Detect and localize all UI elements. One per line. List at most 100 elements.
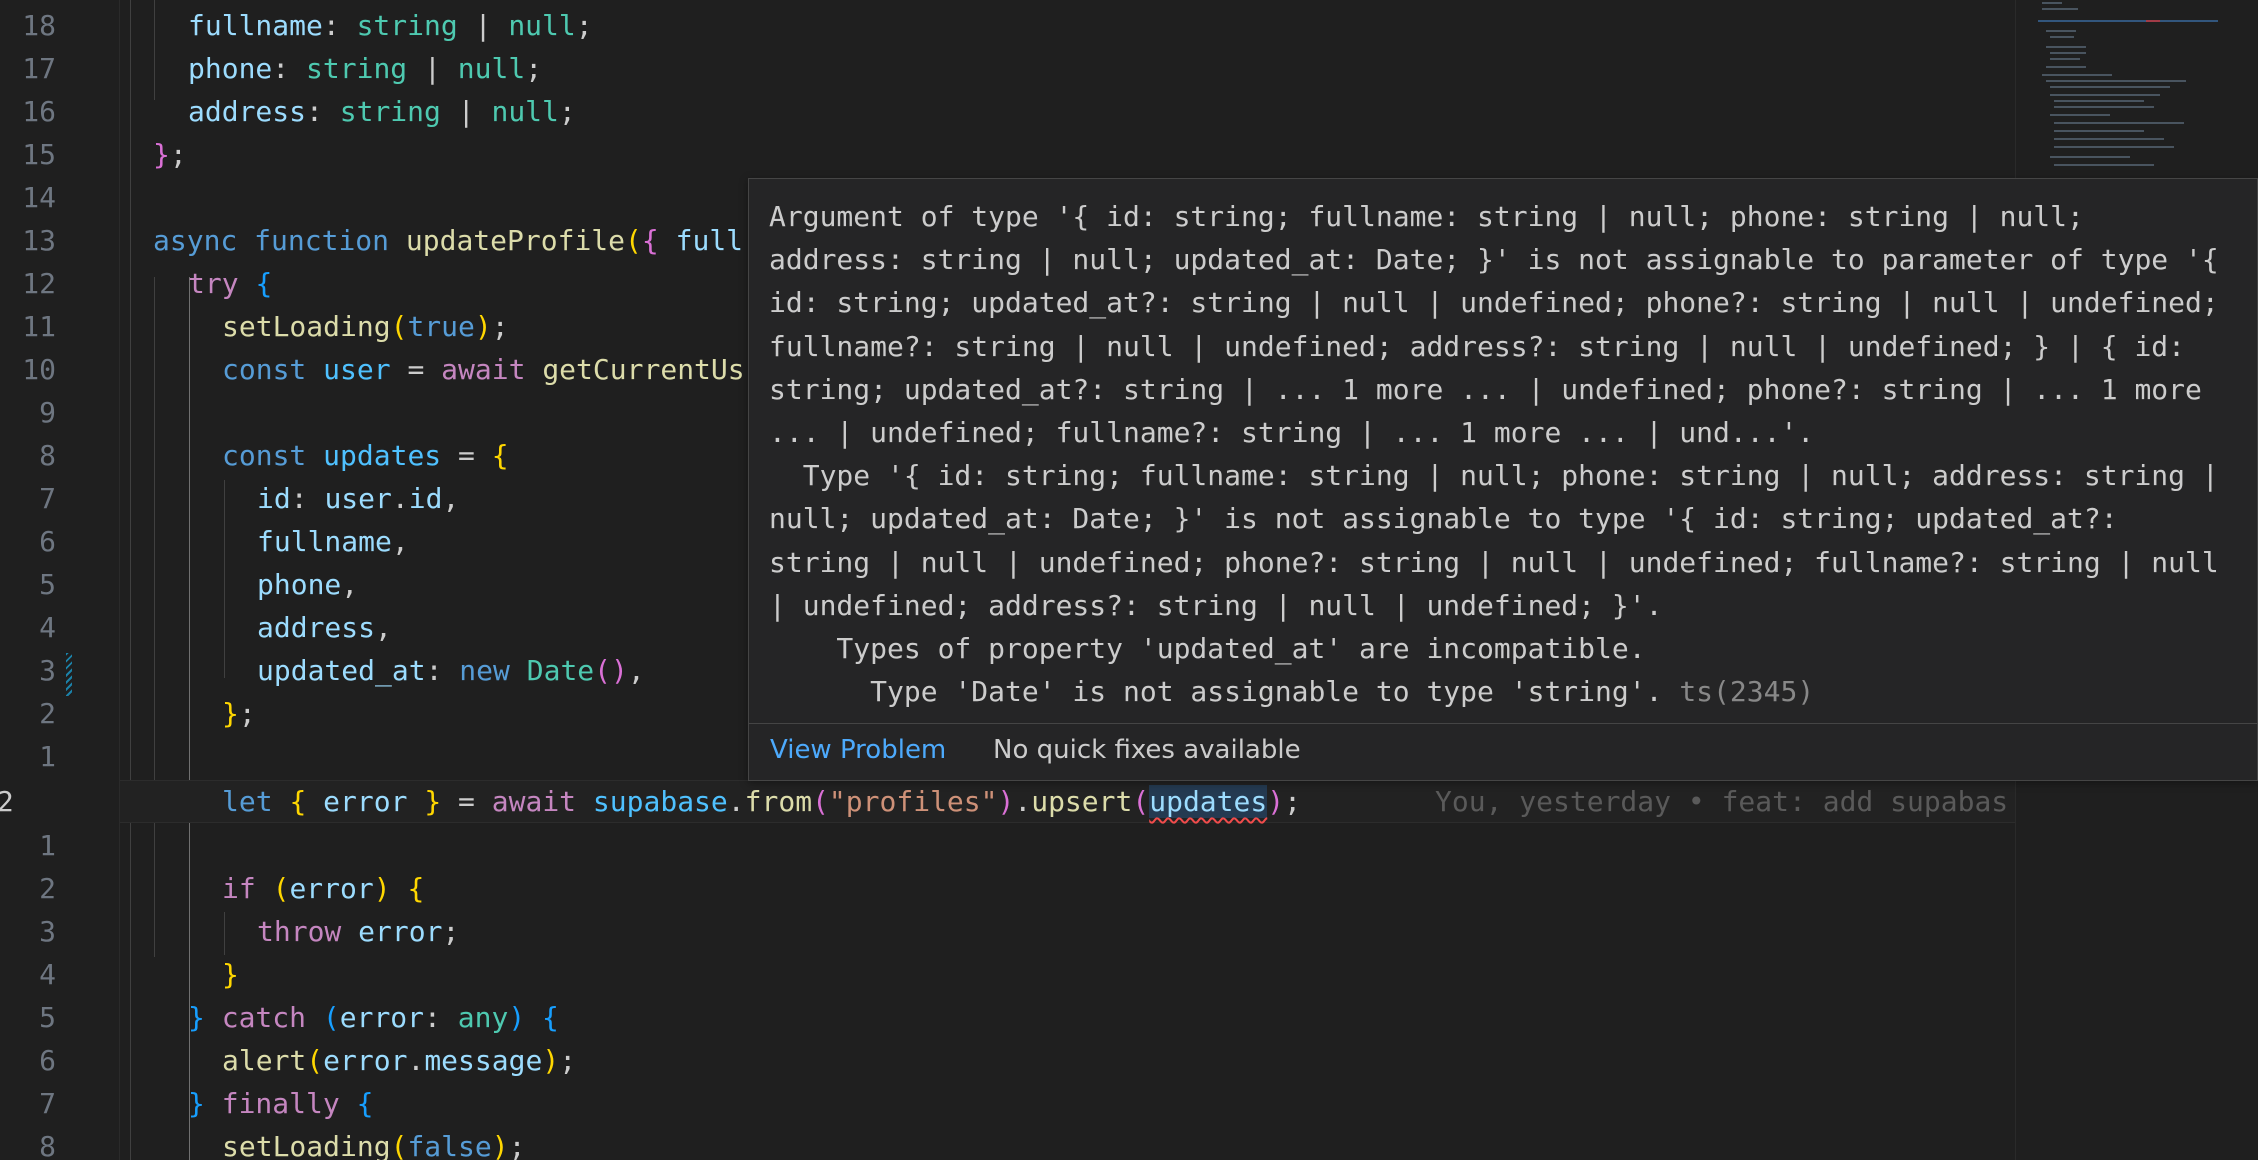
token: "profiles"	[828, 785, 998, 818]
token: error	[289, 872, 374, 905]
code-line[interactable]: 17 phone: string | null;	[0, 47, 2015, 90]
line-number: 17	[22, 52, 56, 85]
token: string	[306, 52, 408, 85]
line-number: 1	[39, 740, 56, 773]
line-number: 15	[22, 138, 56, 171]
minimap-line	[2054, 100, 2144, 102]
minimap-line	[2050, 36, 2074, 38]
code-line[interactable]: 16 address: string | null;	[0, 90, 2015, 133]
code-line[interactable]: 18 fullname: string | null;	[0, 4, 2015, 47]
token: )	[474, 310, 492, 343]
token: {	[255, 267, 273, 300]
token: updated_at	[257, 654, 426, 687]
token: id	[408, 482, 443, 515]
line-number: 18	[22, 9, 56, 42]
token: supabase	[592, 785, 728, 818]
token: if	[222, 872, 256, 905]
token: }	[222, 697, 239, 730]
token: updateProfile	[405, 224, 626, 257]
minimap-line	[2042, 8, 2078, 10]
error-code[interactable]: ts(2345)	[1679, 675, 1814, 708]
token: updates	[323, 439, 442, 472]
minimap-line	[2054, 164, 2154, 166]
minimap-line	[2054, 130, 2144, 132]
token: const	[222, 353, 307, 386]
token: error	[306, 785, 425, 818]
token: }	[424, 785, 442, 818]
token: |	[407, 52, 458, 85]
token: (	[390, 310, 408, 343]
line-number: 2	[39, 697, 56, 730]
token: setLoading	[222, 310, 391, 343]
token: phone	[188, 52, 273, 85]
token: ()	[594, 654, 628, 687]
line-number: 7	[39, 482, 56, 515]
minimap-line	[2050, 86, 2170, 88]
token: address	[257, 611, 376, 644]
error-squiggle-updates[interactable]: updates	[1149, 785, 1268, 818]
code-line[interactable]: 2 if (error) {	[0, 867, 2015, 910]
token: user	[324, 482, 392, 515]
code-line[interactable]: 15 };	[0, 133, 2015, 176]
token: ;	[525, 52, 543, 85]
token: |	[457, 9, 509, 42]
minimap-line	[2046, 30, 2076, 32]
token: :	[290, 482, 325, 515]
code-line[interactable]: 4 }	[0, 953, 2015, 996]
code-line[interactable]: 1	[0, 824, 2015, 867]
minimap-line	[2054, 138, 2164, 140]
view-problem-link[interactable]: View Problem	[770, 735, 946, 765]
error-message-line: Type 'Date' is not assignable to type 's…	[769, 675, 1680, 709]
error-message-line: address: string | null; updated_at: Date…	[769, 243, 2219, 277]
token: ;	[558, 95, 576, 128]
git-blame-annotation[interactable]: You, yesterday • feat: add supabas	[1435, 780, 2008, 823]
code-line[interactable]: 3 throw error;	[0, 910, 2015, 953]
token: ,	[391, 525, 409, 558]
token: {	[289, 785, 307, 818]
line-number: 16	[22, 95, 56, 128]
code-line[interactable]: 7 } finally {	[0, 1082, 2015, 1125]
token: string	[356, 9, 458, 42]
code-line-current[interactable]: 82 let { error } = await supabase.from("…	[0, 780, 2015, 823]
minimap-line	[2038, 20, 2218, 22]
line-number: 4	[39, 958, 56, 991]
line-number: 1	[39, 829, 56, 862]
token: id	[257, 482, 291, 515]
minimap-line	[2050, 114, 2110, 116]
minimap-line	[2042, 74, 2112, 76]
token: }	[153, 138, 170, 171]
token: =	[441, 439, 492, 472]
line-number: 12	[22, 267, 56, 300]
code-line[interactable]: 8 setLoading(false);	[0, 1125, 2015, 1160]
token: .	[1014, 785, 1032, 818]
token: from	[744, 785, 813, 818]
token: {	[542, 1001, 559, 1034]
line-number: 14	[22, 181, 56, 214]
token: ;	[442, 915, 460, 948]
token: ;	[491, 310, 509, 343]
token: message	[424, 1044, 543, 1077]
token: :	[272, 52, 307, 85]
minimap-line	[2054, 106, 2154, 108]
code-line[interactable]: 5 } catch (error: any) {	[0, 996, 2015, 1039]
token: (	[272, 872, 290, 905]
minimap-line	[2042, 2, 2062, 4]
error-message-line: string; updated_at?: string | ... 1 more…	[769, 372, 2202, 406]
line-number: 5	[39, 1001, 56, 1034]
token: false	[407, 1130, 492, 1160]
token: ;	[238, 697, 256, 730]
line-number: 11	[22, 310, 56, 343]
code-line[interactable]: 6 alert(error.message);	[0, 1039, 2015, 1082]
token: null	[508, 9, 576, 42]
token: }	[188, 1001, 205, 1034]
minimap-line	[2046, 80, 2186, 82]
line-number: 3	[39, 654, 56, 687]
error-message-line: null; updated_at: Date; }' is not assign…	[769, 502, 2118, 536]
token: string	[339, 95, 441, 128]
error-hover-popup[interactable]: Argument of type '{ id: string; fullname…	[748, 178, 2258, 781]
token: alert	[222, 1044, 307, 1077]
token: phone	[257, 568, 342, 601]
token: Date	[526, 654, 595, 687]
token: throw	[257, 915, 342, 948]
token: }	[222, 958, 239, 991]
